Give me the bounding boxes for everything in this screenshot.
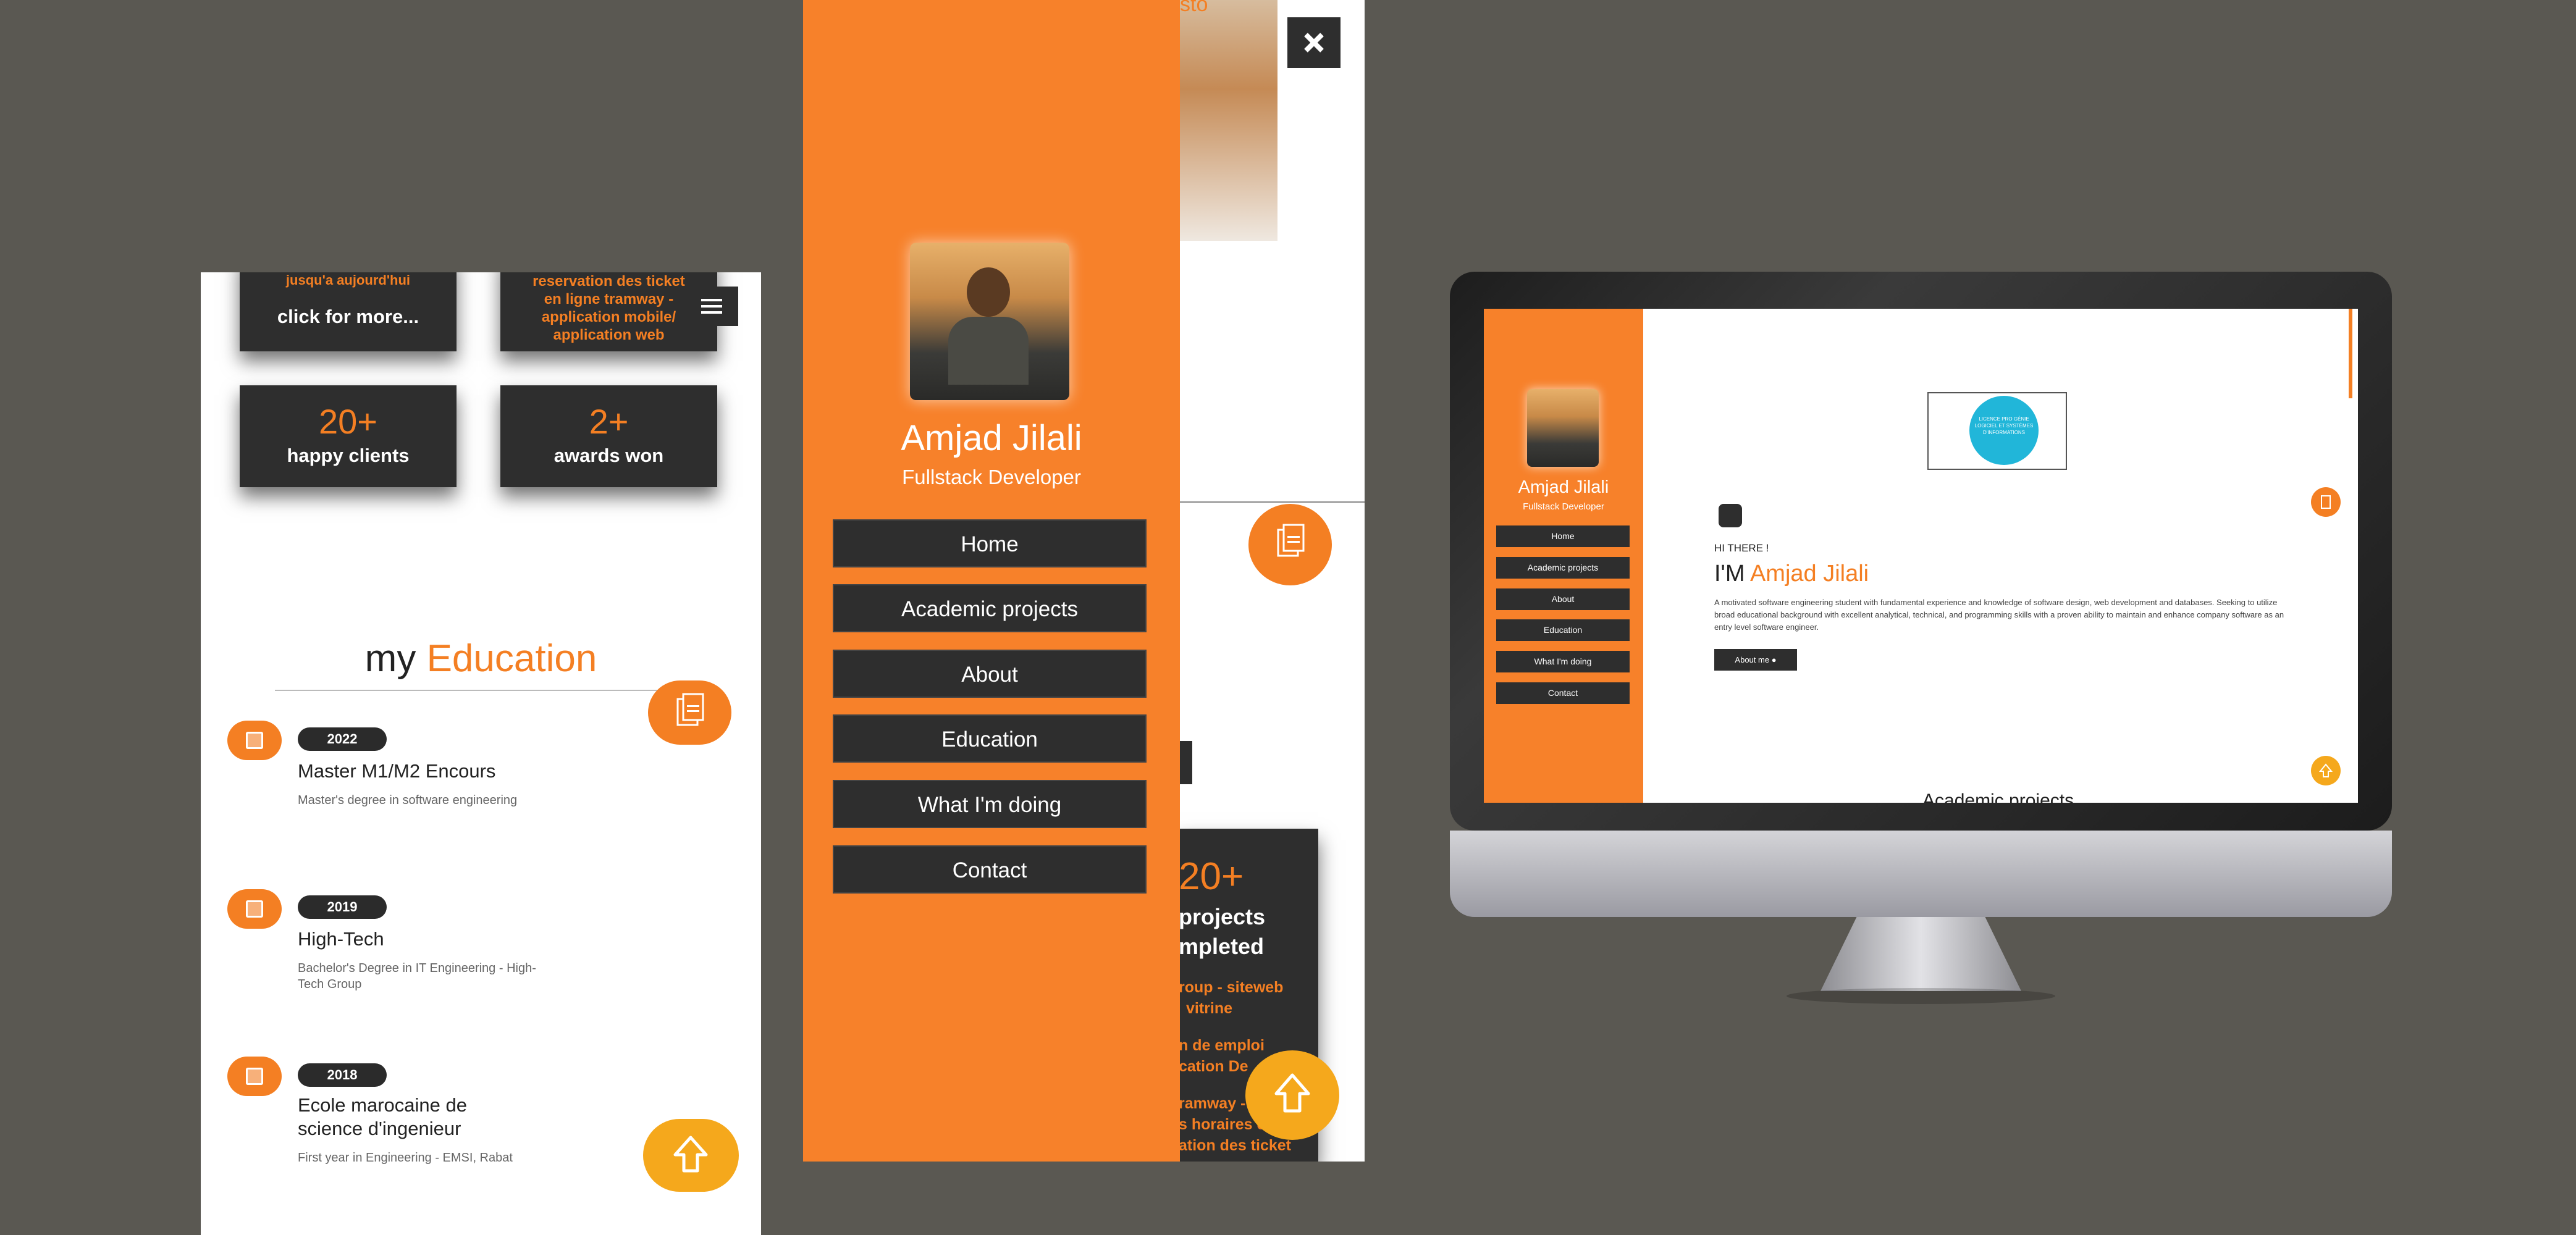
- hamburger-menu-button[interactable]: [683, 287, 738, 326]
- project-card[interactable]: jusqu'a aujourd'hui click for more...: [240, 272, 457, 351]
- stat-number: 20+: [1179, 855, 1244, 898]
- education-icon: [227, 721, 282, 760]
- nav-about[interactable]: About: [1496, 588, 1630, 610]
- year-badge: 2022: [298, 727, 387, 751]
- mobile-screen-menu: sto 20+ projects mpleted roup - siteweb …: [803, 0, 1365, 1162]
- resume-button[interactable]: [1248, 504, 1332, 585]
- project-card-text: reservation des ticket en ligne tramway …: [532, 273, 685, 343]
- document-icon: [676, 693, 704, 726]
- stat-card: 2+ awards won: [500, 385, 717, 487]
- stat-label: projects: [1179, 904, 1266, 929]
- section-title-accent: Education: [426, 637, 597, 680]
- degree-title: Master M1/M2 Encours: [298, 760, 496, 782]
- title-divider: [1180, 501, 1365, 503]
- nav-contact[interactable]: Contact: [1496, 682, 1630, 704]
- nav-what-im-doing[interactable]: What I'm doing: [1496, 651, 1630, 672]
- profile-name: Amjad Jilali: [1518, 477, 1609, 497]
- degree-title: Ecole marocaine de science d'ingenieur: [298, 1094, 467, 1139]
- scroll-top-button[interactable]: [2311, 756, 2341, 785]
- nav-academic-projects[interactable]: Academic projects: [1496, 557, 1630, 579]
- desktop-screen: Amjad Jilali Fullstack Developer Home Ac…: [1484, 309, 2358, 803]
- nav-contact[interactable]: Contact: [833, 845, 1147, 894]
- mobile-screen-education: jusqu'a aujourd'hui click for more... re…: [201, 272, 761, 1235]
- profile-role: Fullstack Developer: [902, 466, 1081, 488]
- resume-button[interactable]: [648, 680, 731, 745]
- education-icon: [227, 889, 282, 929]
- greeting: HI THERE !: [1714, 542, 1769, 554]
- scroll-top-button[interactable]: [643, 1119, 739, 1192]
- stat-label: mpleted: [1179, 934, 1265, 959]
- bio-text: A motivated software engineering student…: [1714, 598, 2284, 632]
- degree-description: First year in Engineering - EMSI, Rabat: [298, 1151, 513, 1165]
- section-title-prefix: my: [364, 637, 416, 680]
- hamburger-icon: [701, 299, 722, 314]
- peek-section-title: Academic projects: [1922, 790, 2074, 803]
- profile-role: Fullstack Developer: [1523, 501, 1604, 512]
- desktop-sidebar: Amjad Jilali Fullstack Developer Home Ac…: [1484, 309, 1643, 803]
- education-icon: [227, 1057, 282, 1096]
- desktop-monitor: Amjad Jilali Fullstack Developer Home Ac…: [1450, 272, 2392, 1004]
- click-more-link[interactable]: click for more...: [240, 306, 457, 328]
- resume-button[interactable]: [2311, 487, 2341, 517]
- profile-name: Amjad Jilali: [901, 418, 1082, 458]
- close-icon: [1304, 33, 1324, 52]
- year-badge: 2018: [298, 1063, 387, 1087]
- close-menu-button[interactable]: [1287, 17, 1341, 68]
- about-me-button[interactable]: About me ●: [1714, 649, 1797, 671]
- stat-card: 20+ happy clients: [240, 385, 457, 487]
- section-title: my Education: [201, 637, 761, 680]
- stat-number: 20+: [319, 402, 377, 441]
- arrow-up-icon: [1274, 1073, 1310, 1113]
- hero-image-text: LICENCE PRO GÉNIE LOGICIEL ET SYSTÈMES D…: [1974, 416, 2034, 435]
- degree-title: High-Tech: [298, 928, 384, 950]
- document-icon: [2321, 495, 2331, 509]
- project-card-cut-text: jusqu'a aujourd'hui: [285, 272, 411, 288]
- peek-button: [1179, 741, 1192, 784]
- stand-shadow: [1787, 988, 2055, 1004]
- monitor-chin: [1450, 831, 2392, 917]
- scroll-top-button[interactable]: [1245, 1050, 1339, 1140]
- stat-label: happy clients: [287, 445, 410, 466]
- calculator-icon: [1719, 504, 1742, 527]
- degree-description: Master's degree in software engineering: [298, 793, 518, 807]
- title-divider: [275, 690, 683, 691]
- project-preview-image: [1179, 0, 1277, 241]
- avatar: [910, 243, 1069, 400]
- arrow-up-icon: [673, 1136, 708, 1173]
- nav-home[interactable]: Home: [833, 519, 1147, 567]
- stat-label: awards won: [554, 445, 664, 466]
- scrollbar-thumb[interactable]: [2349, 309, 2352, 398]
- stat-number: 2+: [589, 402, 629, 441]
- side-menu: Amjad Jilali Fullstack Developer Home Ac…: [803, 0, 1180, 1162]
- arrow-up-icon: [2318, 763, 2333, 777]
- year-badge: 2019: [298, 895, 387, 919]
- peek-text: sto: [1180, 0, 1208, 16]
- avatar: [1527, 389, 1599, 467]
- hero-heading: I'M Amjad Jilali: [1714, 561, 1869, 587]
- nav-education[interactable]: Education: [1496, 619, 1630, 641]
- document-icon: [1277, 524, 1305, 557]
- nav-education[interactable]: Education: [833, 714, 1147, 763]
- nav-academic-projects[interactable]: Academic projects: [833, 584, 1147, 632]
- user-icon: ●: [1771, 655, 1777, 664]
- nav-what-im-doing[interactable]: What I'm doing: [833, 780, 1147, 828]
- nav-home[interactable]: Home: [1496, 525, 1630, 547]
- hero-name: Amjad Jilali: [1749, 561, 1869, 587]
- degree-description: Bachelor's Degree in IT Engineering - Hi…: [298, 961, 536, 991]
- monitor-stand: [1820, 917, 2021, 991]
- nav-about[interactable]: About: [833, 650, 1147, 698]
- hero-image: LICENCE PRO GÉNIE LOGICIEL ET SYSTÈMES D…: [1927, 392, 2067, 470]
